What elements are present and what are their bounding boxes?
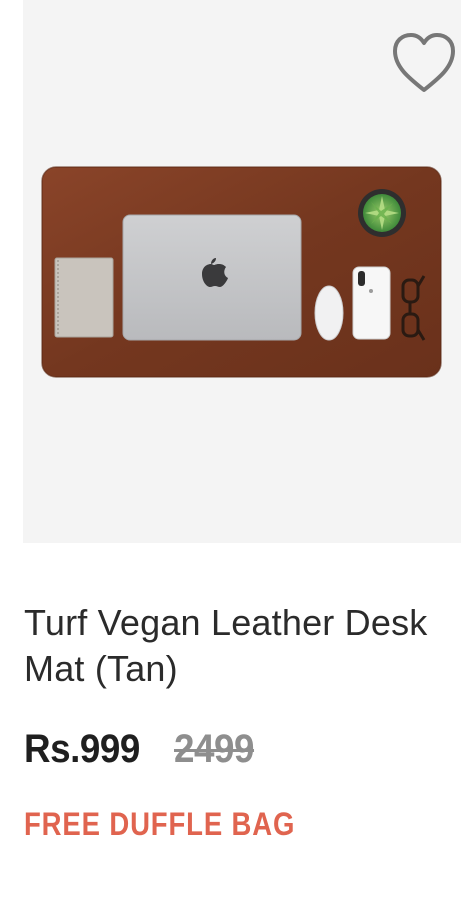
wishlist-button[interactable] [389, 30, 459, 96]
product-card[interactable]: Turf Vegan Leather Desk Mat (Tan) Rs.999… [0, 0, 461, 921]
selling-price: Rs.999 [24, 726, 140, 771]
phone [352, 266, 391, 340]
notebook [54, 257, 114, 338]
product-title[interactable]: Turf Vegan Leather Desk Mat (Tan) [24, 600, 444, 692]
heart-outline-icon [393, 33, 455, 92]
laptop [122, 214, 302, 341]
mouse [314, 285, 344, 341]
price-row: Rs.999 2499 [24, 722, 261, 776]
succulent-plant [358, 189, 406, 237]
offer-text: FREE DUFFLE BAG [24, 806, 296, 842]
original-price: 2499 [173, 726, 255, 771]
product-image-panel[interactable] [23, 0, 461, 543]
